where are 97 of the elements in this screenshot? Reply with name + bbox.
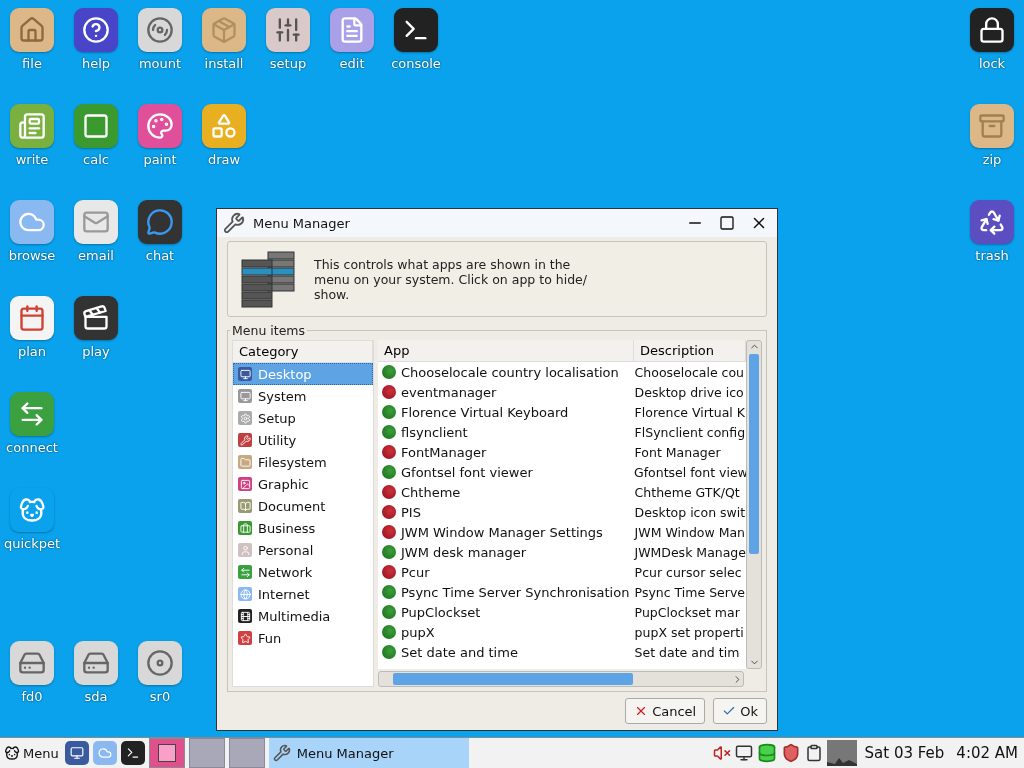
app-name-cell[interactable]: JWM Window Manager Settings [378, 524, 633, 540]
gear-icon [238, 411, 252, 425]
app-name-cell[interactable]: eventmanager [378, 384, 633, 400]
cancel-button[interactable]: Cancel [625, 698, 706, 724]
person-icon [238, 543, 252, 557]
arrows-icon [238, 565, 252, 579]
database-icon[interactable] [756, 743, 777, 763]
menu-button[interactable]: Menu [2, 740, 61, 766]
description-cell-text: Font Manager [633, 444, 722, 460]
description-cell-text: FlSynclient config [633, 424, 746, 440]
muted-speaker-icon[interactable] [712, 744, 731, 762]
arrows-icon[interactable] [10, 392, 54, 436]
category-item[interactable]: Utility [233, 429, 373, 451]
envelope-icon[interactable] [74, 200, 118, 244]
clock-text: 4:02 AM [955, 744, 1019, 762]
category-item[interactable]: Setup [233, 407, 373, 429]
description-cell-text: pupX set properti [633, 624, 745, 640]
description-cell-text: Set date and tim [633, 644, 741, 660]
app-name-cell[interactable]: Gfontsel font viewer [378, 464, 632, 480]
app-name-cell[interactable]: Set date and time [378, 644, 633, 660]
description-cell-text: Desktop drive ico [633, 384, 745, 400]
column-header[interactable]: Description [634, 340, 746, 362]
book-icon [238, 499, 252, 513]
description-cell-text: PupClockset mar [633, 604, 741, 620]
image-icon [238, 477, 252, 491]
category-item[interactable]: Business [233, 517, 373, 539]
dog-icon [4, 745, 20, 761]
category-item[interactable]: Network [233, 561, 373, 583]
chat-bubble-icon[interactable] [138, 200, 182, 244]
app-name-cell[interactable]: Psync Time Server Synchronisation [378, 584, 633, 600]
calendar-icon[interactable] [10, 296, 54, 340]
cpu-graph-icon[interactable] [826, 740, 857, 766]
ok-button[interactable]: Ok [713, 698, 767, 724]
menu-stack-icon [240, 250, 296, 308]
column-header[interactable]: App [378, 340, 634, 362]
date-text: Sat 03 Feb [863, 744, 946, 762]
palette-icon[interactable] [138, 104, 182, 148]
hard-drive-icon[interactable] [10, 641, 54, 685]
wrench-icon [238, 433, 252, 447]
wrench-icon [223, 212, 245, 234]
category-item[interactable]: Document [233, 495, 373, 517]
description-cell-text: Psync Time Serve [633, 584, 746, 600]
question-mark-icon[interactable] [74, 8, 118, 52]
description-cell-text: Desktop icon swit [633, 504, 746, 520]
app-name-cell[interactable]: pupX [378, 624, 633, 640]
home-folder-icon[interactable] [10, 8, 54, 52]
document-icon[interactable] [10, 104, 54, 148]
clipboard-icon[interactable] [804, 744, 823, 762]
info-text: This controls what apps are shown in the menu on your system. Click on app to hide/ show. [314, 256, 588, 302]
terminal-icon[interactable] [394, 8, 438, 52]
workspace-pager[interactable] [148, 738, 185, 768]
monitor-icon [238, 367, 252, 381]
window-title: Menu Manager [253, 215, 351, 231]
category-item[interactable]: Filesystem [233, 451, 373, 473]
terminal-icon[interactable] [120, 741, 145, 765]
category-item[interactable]: Internet [233, 583, 373, 605]
check-icon [722, 704, 737, 718]
app-name-cell[interactable]: Chtheme [378, 484, 633, 500]
lock-icon[interactable] [970, 8, 1014, 52]
app-name-cell[interactable]: flsynclient [378, 424, 633, 440]
description-cell-text: JWM Window Man [633, 524, 746, 540]
app-name-cell[interactable]: FontManager [378, 444, 633, 460]
monitor-icon [238, 389, 252, 403]
task-button[interactable]: Menu Manager [268, 738, 469, 768]
app-name-cell[interactable]: PIS [378, 504, 633, 520]
horizontal-scrollbar[interactable] [378, 671, 744, 687]
description-cell-text: Chtheme GTK/Qt [633, 484, 741, 500]
app-name-cell[interactable]: Florence Virtual Keyboard [378, 404, 633, 420]
column-header[interactable]: Category [233, 341, 373, 363]
description-cell-text: Florence Virtual K [633, 404, 746, 420]
briefcase-icon [238, 521, 252, 535]
category-item[interactable]: Fun [233, 627, 373, 649]
film-icon [238, 609, 252, 623]
clapperboard-icon[interactable] [74, 296, 118, 340]
star-icon [238, 631, 252, 645]
folder-icon [238, 455, 252, 469]
app-name-cell[interactable]: JWM desk manager [378, 544, 633, 560]
category-item[interactable]: Personal [233, 539, 373, 561]
wrench-icon [272, 744, 291, 762]
description-cell-text: JWMDesk Manage [633, 544, 746, 560]
description-cell-text: Chooselocale cou [633, 364, 745, 380]
app-name-cell[interactable]: PupClockset [378, 604, 633, 620]
vertical-scrollbar[interactable] [746, 340, 762, 669]
shapes-icon[interactable] [202, 104, 246, 148]
sliders-icon[interactable] [266, 8, 310, 52]
category-item[interactable]: Multimedia [233, 605, 373, 627]
description-cell-text: Pcur cursor selec [633, 564, 743, 580]
category-item[interactable]: System [233, 385, 373, 407]
app-name-cell[interactable]: Chooselocale country localisation [378, 364, 633, 380]
category-item[interactable]: Graphic [233, 473, 373, 495]
app-name-cell[interactable]: Pcur [378, 564, 633, 580]
recycle-icon[interactable] [970, 200, 1014, 244]
hard-drive-icon[interactable] [74, 641, 118, 685]
document-icon[interactable] [330, 8, 374, 52]
globe-icon [238, 587, 252, 601]
group-label: Menu items [231, 323, 307, 338]
cloud-icon[interactable] [10, 200, 54, 244]
